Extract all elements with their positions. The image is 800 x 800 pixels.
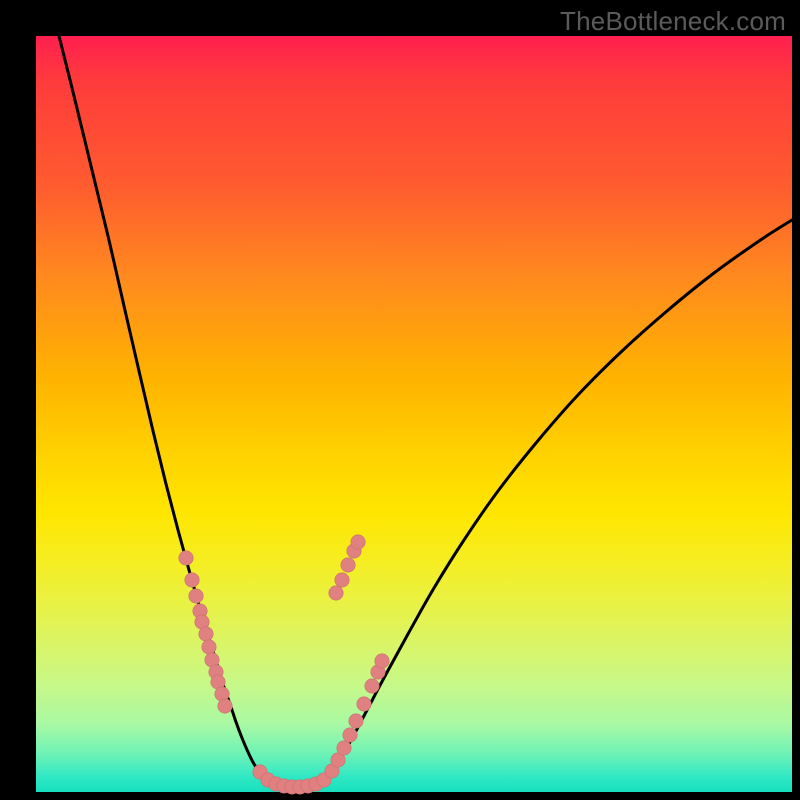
data-point	[179, 551, 193, 565]
data-point	[335, 573, 349, 587]
data-point	[357, 697, 371, 711]
data-point	[337, 741, 351, 755]
data-point	[375, 654, 389, 668]
watermark-text: TheBottleneck.com	[560, 6, 786, 37]
plot-area	[36, 36, 792, 792]
data-point	[218, 699, 232, 713]
data-point	[199, 627, 213, 641]
data-point	[351, 535, 365, 549]
data-point	[365, 679, 379, 693]
data-point	[341, 558, 355, 572]
data-point	[202, 640, 216, 654]
data-point	[343, 728, 357, 742]
data-point	[185, 573, 199, 587]
curve-dots	[179, 535, 389, 794]
curve-lines	[59, 36, 792, 787]
bottleneck-curve	[59, 36, 792, 787]
data-point	[189, 589, 203, 603]
data-point	[329, 586, 343, 600]
data-point	[349, 714, 363, 728]
curve-layer	[36, 36, 792, 792]
chart-stage: TheBottleneck.com	[0, 0, 800, 800]
